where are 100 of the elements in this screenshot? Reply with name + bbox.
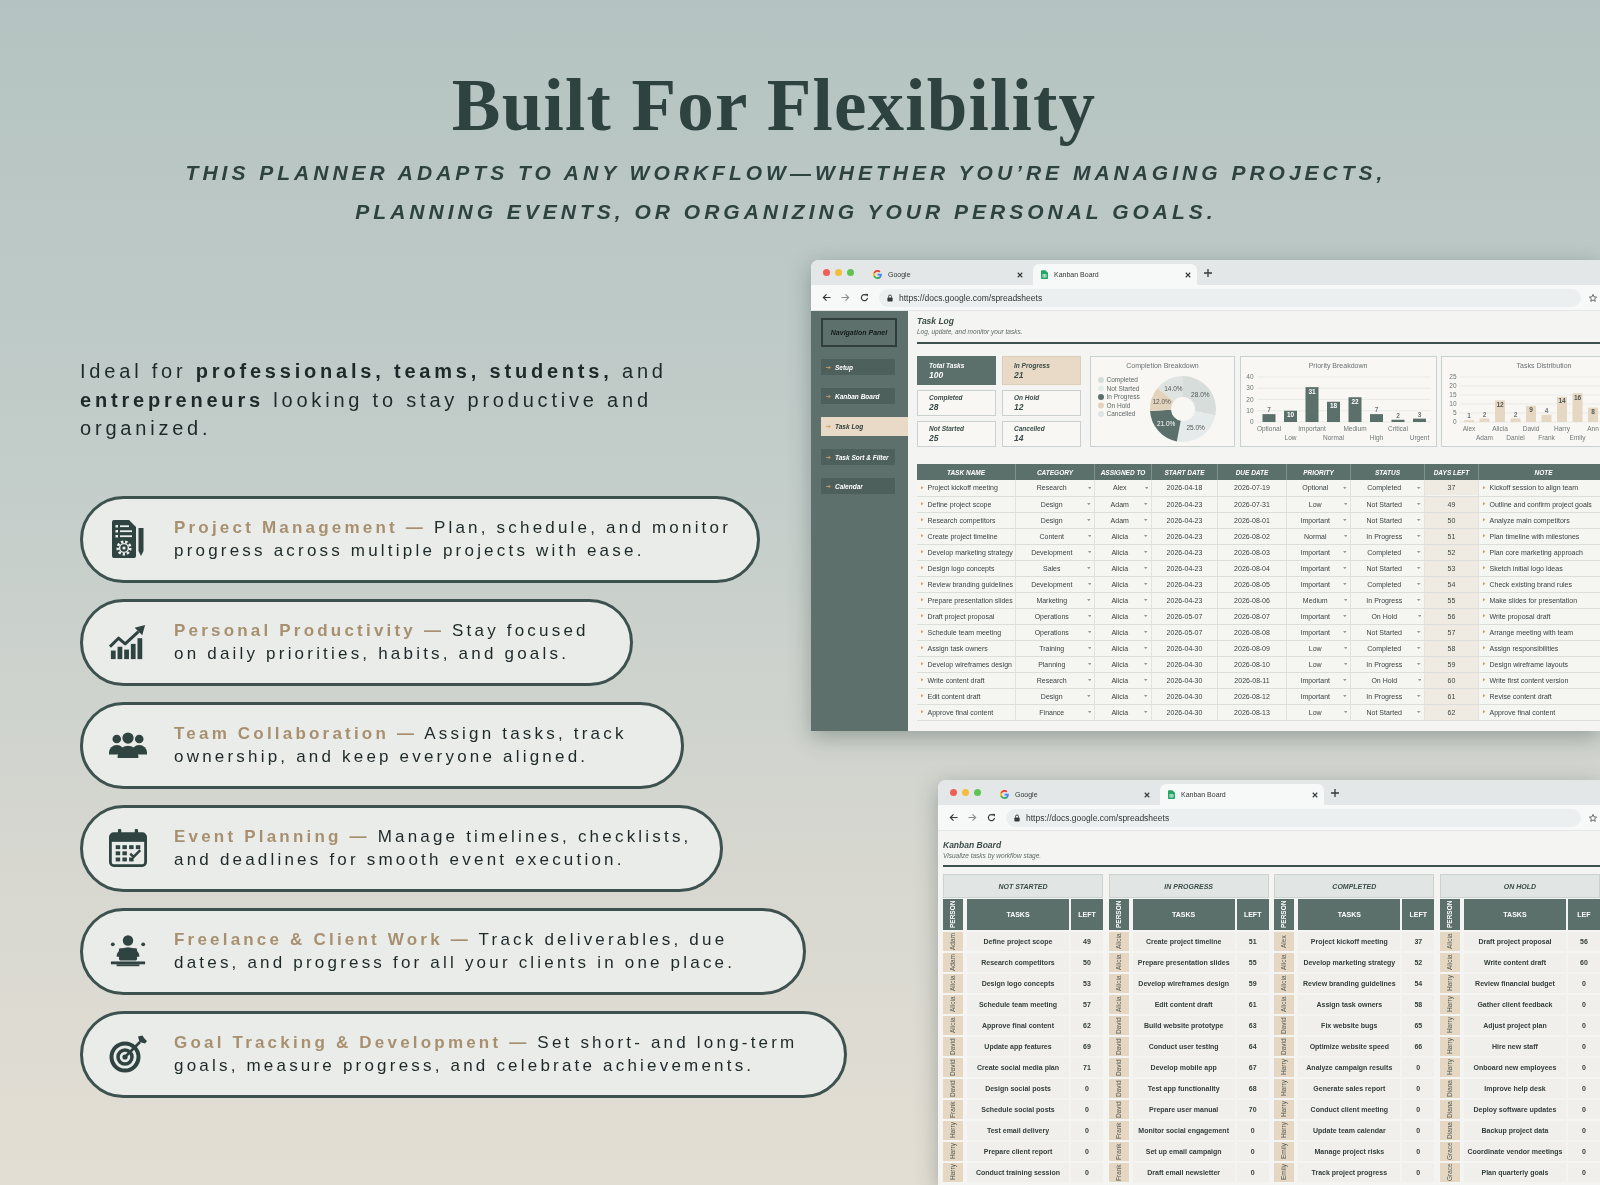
- stat-value: 14: [1014, 433, 1024, 443]
- dropdown-caret-icon[interactable]: [1417, 646, 1421, 650]
- star-icon[interactable]: [1589, 813, 1597, 822]
- dropdown-caret-icon[interactable]: [1144, 678, 1148, 682]
- stat-value: 21: [1014, 369, 1024, 380]
- reload-icon[interactable]: [860, 293, 869, 302]
- dropdown-caret-icon[interactable]: [1087, 566, 1091, 570]
- dropdown-caret-icon[interactable]: [1144, 662, 1148, 666]
- dropdown-caret-icon[interactable]: [1343, 694, 1347, 698]
- dropdown-caret-icon[interactable]: [1087, 710, 1091, 714]
- dropdown-caret-icon[interactable]: [1087, 486, 1091, 489]
- dropdown-caret-icon[interactable]: [1087, 678, 1091, 682]
- dropdown-caret-icon[interactable]: [1144, 502, 1148, 506]
- dropdown-caret-icon[interactable]: [1343, 502, 1347, 506]
- dropdown-caret-icon[interactable]: [1144, 534, 1148, 538]
- dropdown-caret-icon[interactable]: [1417, 550, 1421, 554]
- forward-arrow-icon[interactable]: [968, 813, 977, 822]
- address-field[interactable]: https://docs.google.com/spreadsheets: [1006, 808, 1581, 827]
- spreadsheet-icon: [1168, 790, 1175, 799]
- dropdown-caret-icon[interactable]: [1144, 598, 1148, 602]
- spreadsheet-icon: [1041, 270, 1048, 279]
- dropdown-caret-icon[interactable]: [1417, 534, 1421, 538]
- dropdown-caret-icon[interactable]: [1417, 662, 1421, 666]
- bullet-arrow-icon: [1483, 502, 1486, 506]
- dropdown-caret-icon[interactable]: [1343, 630, 1347, 634]
- dropdown-caret-icon[interactable]: [1417, 566, 1421, 570]
- dropdown-caret-icon[interactable]: [1087, 534, 1091, 538]
- feature-description: Team Collaboration — Assign tasks, track ownership, and keep everyone aligned.: [174, 722, 627, 769]
- dropdown-caret-icon[interactable]: [1087, 598, 1091, 602]
- bullet-arrow-icon: [921, 678, 924, 682]
- dropdown-caret-icon[interactable]: [1144, 646, 1148, 650]
- lock-icon: [1014, 813, 1020, 822]
- plus-icon[interactable]: [1331, 788, 1339, 797]
- dropdown-caret-icon[interactable]: [1087, 662, 1091, 666]
- star-icon[interactable]: [1589, 293, 1597, 302]
- back-arrow-icon[interactable]: [822, 293, 831, 302]
- dropdown-caret-icon[interactable]: [1087, 646, 1091, 650]
- dropdown-caret-icon[interactable]: [1144, 566, 1148, 570]
- dropdown-caret-icon[interactable]: [1144, 486, 1148, 489]
- dropdown-caret-icon[interactable]: [1087, 614, 1091, 618]
- dropdown-caret-icon[interactable]: [1343, 662, 1347, 666]
- dropdown-caret-icon[interactable]: [1144, 614, 1148, 618]
- dropdown-caret-icon[interactable]: [1417, 694, 1421, 698]
- dropdown-caret-icon[interactable]: [1087, 550, 1091, 554]
- bullet-arrow-icon: [921, 630, 924, 634]
- chart-bar: [1479, 418, 1490, 422]
- chart-bar: [1327, 401, 1340, 422]
- dropdown-caret-icon[interactable]: [1087, 582, 1091, 586]
- bullet-arrow-icon: [1483, 486, 1486, 490]
- dropdown-caret-icon[interactable]: [1144, 710, 1148, 714]
- bullet-arrow-icon: [1483, 582, 1486, 586]
- dropdown-caret-icon[interactable]: [1417, 486, 1421, 489]
- dropdown-caret-icon[interactable]: [1343, 518, 1347, 522]
- dropdown-caret-icon[interactable]: [1144, 694, 1148, 698]
- dropdown-caret-icon[interactable]: [1144, 518, 1148, 522]
- dropdown-caret-icon[interactable]: [1087, 502, 1091, 506]
- dropdown-caret-icon[interactable]: [1087, 518, 1091, 522]
- dropdown-caret-icon[interactable]: [1343, 550, 1347, 554]
- dropdown-caret-icon[interactable]: [1343, 598, 1347, 602]
- back-arrow-icon[interactable]: [949, 813, 958, 822]
- dropdown-caret-icon[interactable]: [1343, 534, 1347, 538]
- feature-description: Event Planning — Manage timelines, checklists, and deadlines for smooth event execution.: [174, 825, 692, 872]
- dropdown-caret-icon[interactable]: [1417, 598, 1421, 602]
- dropdown-caret-icon[interactable]: [1087, 694, 1091, 698]
- chart-bar: [1262, 414, 1276, 422]
- bullet-arrow-icon: [1483, 566, 1486, 570]
- dropdown-caret-icon[interactable]: [1343, 486, 1347, 489]
- forward-arrow-icon[interactable]: [841, 293, 850, 302]
- dropdown-caret-icon[interactable]: [1417, 582, 1421, 586]
- dropdown-caret-icon[interactable]: [1343, 614, 1347, 618]
- dropdown-caret-icon[interactable]: [1343, 678, 1347, 682]
- bullet-arrow-icon: [921, 566, 924, 570]
- dropdown-caret-icon[interactable]: [1343, 646, 1347, 650]
- bullet-arrow-icon: [921, 534, 924, 538]
- plus-icon[interactable]: [1204, 268, 1212, 277]
- close-icon[interactable]: [1017, 271, 1023, 278]
- dropdown-caret-icon[interactable]: [1417, 614, 1421, 618]
- bullet-arrow-icon: [1483, 710, 1486, 714]
- dropdown-caret-icon[interactable]: [1417, 502, 1421, 506]
- dropdown-caret-icon[interactable]: [1144, 582, 1148, 586]
- bullet-arrow-icon: [921, 646, 924, 650]
- reload-icon[interactable]: [987, 813, 996, 822]
- dropdown-caret-icon[interactable]: [1087, 630, 1091, 634]
- dropdown-caret-icon[interactable]: [1144, 630, 1148, 634]
- dropdown-caret-icon[interactable]: [1144, 550, 1148, 554]
- dropdown-caret-icon[interactable]: [1417, 630, 1421, 634]
- dropdown-caret-icon[interactable]: [1417, 710, 1421, 714]
- dropdown-caret-icon[interactable]: [1417, 518, 1421, 522]
- close-icon[interactable]: [1144, 791, 1150, 798]
- growth-chart-icon: [109, 623, 147, 662]
- address-field[interactable]: https://docs.google.com/spreadsheets: [879, 288, 1581, 307]
- close-icon[interactable]: [1312, 791, 1318, 798]
- close-icon[interactable]: [1185, 271, 1191, 278]
- dropdown-caret-icon[interactable]: [1343, 710, 1347, 714]
- arrow-icon: [826, 454, 831, 460]
- dropdown-caret-icon[interactable]: [1417, 678, 1421, 682]
- sheet-title: Task Log: [917, 316, 954, 327]
- dropdown-caret-icon[interactable]: [1343, 582, 1347, 586]
- bullet-arrow-icon: [921, 662, 924, 666]
- dropdown-caret-icon[interactable]: [1343, 566, 1347, 570]
